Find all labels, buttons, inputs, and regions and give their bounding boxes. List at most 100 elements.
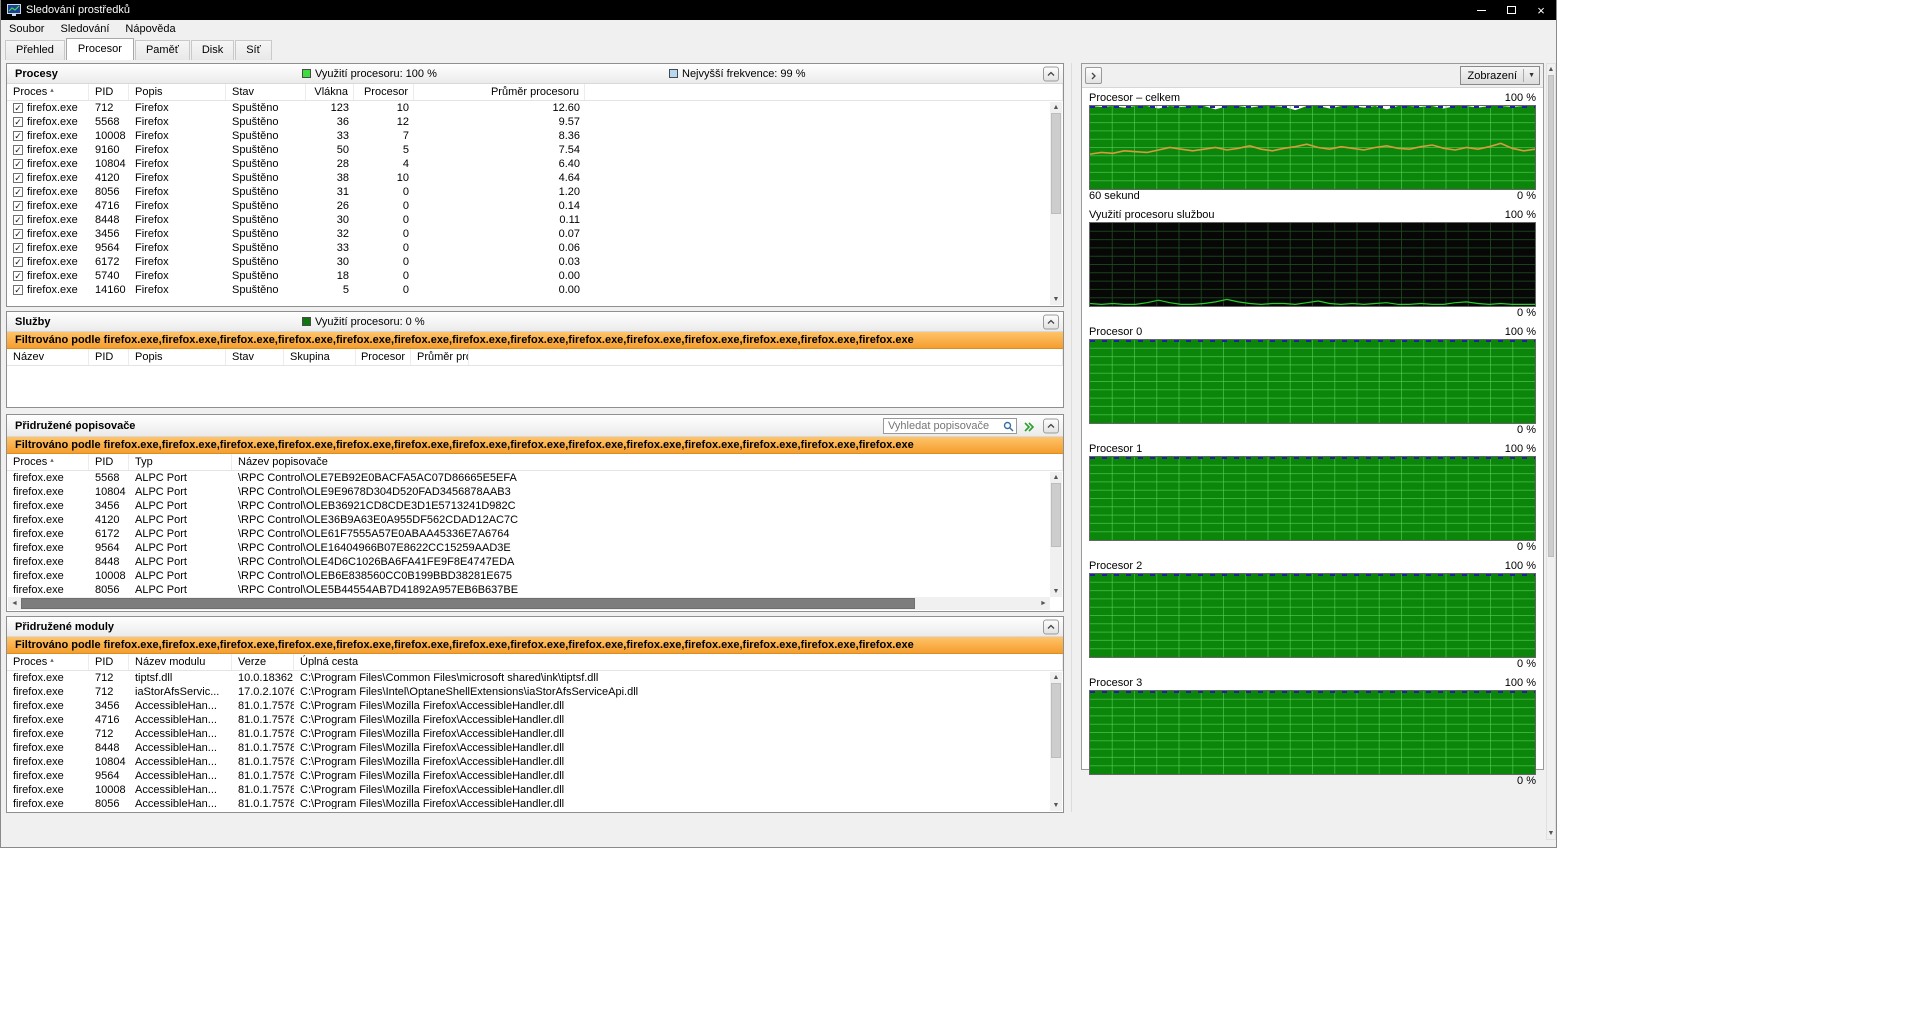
process-row[interactable]: ✓firefox.exe14160FirefoxSpuštěno500.00 [7, 283, 1050, 297]
col-vlakna[interactable]: Vlákna [306, 84, 354, 100]
scroll-thumb[interactable] [1051, 683, 1061, 758]
menu-sledovani[interactable]: Sledování [60, 23, 109, 35]
process-row[interactable]: ✓firefox.exe712FirefoxSpuštěno1231012.60 [7, 101, 1050, 115]
handle-row[interactable]: firefox.exe10008ALPC Port\RPC Control\OL… [7, 569, 1050, 583]
col-prumer-pro[interactable]: Průměr pro... [411, 349, 469, 365]
scroll-track[interactable] [1050, 113, 1062, 294]
scroll-up-icon[interactable]: ▲ [1547, 64, 1555, 75]
process-checkbox[interactable]: ✓ [13, 159, 23, 169]
module-row[interactable]: firefox.exe8448AccessibleHan...81.0.1.75… [7, 741, 1050, 755]
search-icon[interactable] [1000, 419, 1016, 433]
handle-row[interactable]: firefox.exe5568ALPC Port\RPC Control\OLE… [7, 471, 1050, 485]
collapse-services-button[interactable] [1043, 314, 1059, 329]
module-row[interactable]: firefox.exe3456AccessibleHan...81.0.1.75… [7, 699, 1050, 713]
modules-scrollbar[interactable]: ▲ ▼ [1050, 672, 1062, 811]
process-checkbox[interactable]: ✓ [13, 243, 23, 253]
scroll-down-icon[interactable]: ▼ [1547, 828, 1555, 839]
handle-row[interactable]: firefox.exe10804ALPC Port\RPC Control\OL… [7, 485, 1050, 499]
col-verze[interactable]: Verze [232, 654, 294, 670]
module-row[interactable]: firefox.exe712tiptsf.dll10.0.18362...C:\… [7, 671, 1050, 685]
col-pid[interactable]: PID [89, 84, 129, 100]
process-row[interactable]: ✓firefox.exe10008FirefoxSpuštěno3378.36 [7, 129, 1050, 143]
process-row[interactable]: ✓firefox.exe8056FirefoxSpuštěno3101.20 [7, 185, 1050, 199]
module-row[interactable]: firefox.exe10804AccessibleHan...81.0.1.7… [7, 755, 1050, 769]
process-checkbox[interactable]: ✓ [13, 257, 23, 267]
col-uplna-cesta[interactable]: Úplná cesta [294, 654, 1063, 670]
views-dropdown-button[interactable]: Zobrazení ▼ [1460, 66, 1540, 85]
module-row[interactable]: firefox.exe9564AccessibleHan...81.0.1.75… [7, 769, 1050, 783]
process-row[interactable]: ✓firefox.exe5740FirefoxSpuštěno1800.00 [7, 269, 1050, 283]
col-proces[interactable]: Proces▴ [7, 84, 89, 100]
process-checkbox[interactable]: ✓ [13, 187, 23, 197]
col-prumer-procesoru[interactable]: Průměr procesoru [414, 84, 585, 100]
scroll-left-icon[interactable]: ◄ [8, 597, 21, 610]
process-checkbox[interactable]: ✓ [13, 215, 23, 225]
handles-horizontal-scrollbar[interactable]: ◄ ► [8, 597, 1050, 610]
scroll-track[interactable] [21, 597, 1037, 610]
maximize-button[interactable] [1496, 0, 1526, 20]
process-checkbox[interactable]: ✓ [13, 271, 23, 281]
close-button[interactable]: × [1526, 0, 1556, 20]
processes-scrollbar[interactable]: ▲ ▼ [1050, 102, 1062, 305]
scroll-up-icon[interactable]: ▲ [1050, 472, 1062, 483]
handles-scrollbar[interactable]: ▲ ▼ [1050, 472, 1062, 597]
collapse-modules-button[interactable] [1043, 619, 1059, 634]
process-checkbox[interactable]: ✓ [13, 117, 23, 127]
collapse-processes-button[interactable] [1043, 66, 1059, 81]
scroll-thumb[interactable] [1051, 483, 1061, 547]
col-pid[interactable]: PID [89, 454, 129, 470]
scroll-up-icon[interactable]: ▲ [1050, 672, 1062, 683]
process-checkbox[interactable]: ✓ [13, 145, 23, 155]
col-procesor[interactable]: Procesor [354, 84, 414, 100]
handle-row[interactable]: firefox.exe8448ALPC Port\RPC Control\OLE… [7, 555, 1050, 569]
module-row[interactable]: firefox.exe712AccessibleHan...81.0.1.757… [7, 727, 1050, 741]
process-row[interactable]: ✓firefox.exe4120FirefoxSpuštěno38104.64 [7, 171, 1050, 185]
module-row[interactable]: firefox.exe8056AccessibleHan...81.0.1.75… [7, 797, 1050, 809]
col-proces[interactable]: Proces▴ [7, 454, 89, 470]
scroll-right-icon[interactable]: ► [1037, 597, 1050, 610]
process-row[interactable]: ✓firefox.exe10804FirefoxSpuštěno2846.40 [7, 157, 1050, 171]
process-row[interactable]: ✓firefox.exe3456FirefoxSpuštěno3200.07 [7, 227, 1050, 241]
window-scrollbar[interactable]: ▲ ▼ [1546, 63, 1556, 840]
module-row[interactable]: firefox.exe712iaStorAfsServic...17.0.2.1… [7, 685, 1050, 699]
scroll-down-icon[interactable]: ▼ [1050, 586, 1062, 597]
col-stav[interactable]: Stav [226, 84, 306, 100]
col-pid[interactable]: PID [89, 349, 129, 365]
process-checkbox[interactable]: ✓ [13, 201, 23, 211]
col-popis[interactable]: Popis [129, 84, 226, 100]
tab-prehled[interactable]: Přehled [5, 40, 65, 60]
process-row[interactable]: ✓firefox.exe4716FirefoxSpuštěno2600.14 [7, 199, 1050, 213]
tab-disk[interactable]: Disk [191, 40, 234, 60]
scroll-track[interactable] [1050, 683, 1062, 800]
col-nazev-modulu[interactable]: Název modulu [129, 654, 232, 670]
scroll-thumb[interactable] [21, 598, 915, 609]
process-checkbox[interactable]: ✓ [13, 173, 23, 183]
process-row[interactable]: ✓firefox.exe8448FirefoxSpuštěno3000.11 [7, 213, 1050, 227]
menu-napoveda[interactable]: Nápověda [125, 23, 175, 35]
handle-row[interactable]: firefox.exe6172ALPC Port\RPC Control\OLE… [7, 527, 1050, 541]
module-row[interactable]: firefox.exe10008AccessibleHan...81.0.1.7… [7, 783, 1050, 797]
tab-pamet[interactable]: Paměť [135, 40, 190, 60]
handle-row[interactable]: firefox.exe4120ALPC Port\RPC Control\OLE… [7, 513, 1050, 527]
col-nazev[interactable]: Název [7, 349, 89, 365]
process-checkbox[interactable]: ✓ [13, 131, 23, 141]
scroll-up-icon[interactable]: ▲ [1050, 102, 1062, 113]
tab-sit[interactable]: Síť [235, 40, 272, 60]
module-row[interactable]: firefox.exe4716AccessibleHan...81.0.1.75… [7, 713, 1050, 727]
col-stav[interactable]: Stav [226, 349, 284, 365]
process-row[interactable]: ✓firefox.exe9160FirefoxSpuštěno5057.54 [7, 143, 1050, 157]
handle-row[interactable]: firefox.exe9564ALPC Port\RPC Control\OLE… [7, 541, 1050, 555]
col-procesor[interactable]: Procesor [356, 349, 411, 365]
menu-soubor[interactable]: Soubor [9, 23, 44, 35]
scroll-down-icon[interactable]: ▼ [1050, 294, 1062, 305]
minimize-button[interactable] [1466, 0, 1496, 20]
collapse-handles-button[interactable] [1043, 418, 1059, 433]
tab-procesor[interactable]: Procesor [66, 38, 134, 60]
process-checkbox[interactable]: ✓ [13, 229, 23, 239]
col-pid[interactable]: PID [89, 654, 129, 670]
col-skupina[interactable]: Skupina [284, 349, 356, 365]
process-row[interactable]: ✓firefox.exe6172FirefoxSpuštěno3000.03 [7, 255, 1050, 269]
process-row[interactable]: ✓firefox.exe5568FirefoxSpuštěno36129.57 [7, 115, 1050, 129]
col-popis[interactable]: Popis [129, 349, 226, 365]
scroll-thumb[interactable] [1051, 113, 1061, 214]
